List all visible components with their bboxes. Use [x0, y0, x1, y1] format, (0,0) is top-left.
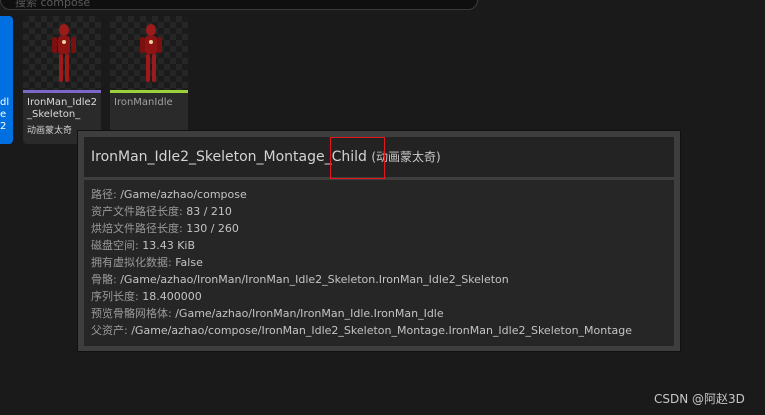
asset-tile-label: dle2	[0, 97, 10, 132]
ironman-figure-icon	[140, 24, 162, 82]
tooltip-row-asset-path-length: 资产文件路径长度: 83 / 210	[91, 205, 232, 218]
search-input[interactable]: 搜索 compose	[0, 0, 478, 10]
asset-tile-type: 动画蒙太奇	[27, 126, 73, 136]
asset-type-bar	[23, 90, 101, 93]
asset-tile-ironmanidle[interactable]: IronManIdle	[110, 16, 188, 144]
tooltip-row-parent-asset: 父资产: /Game/azhao/compose/IronMan_Idle2_S…	[91, 324, 633, 337]
tooltip-details: 路径: /Game/azhao/compose 资产文件路径长度: 83 / 2…	[84, 180, 674, 346]
watermark: CSDN @阿赵3D	[654, 392, 745, 406]
ironman-figure-icon	[52, 24, 76, 82]
tooltip-row-disk-size: 磁盘空间: 13.43 KiB	[91, 239, 196, 252]
asset-thumbnail	[110, 16, 188, 90]
asset-type-bar	[110, 90, 188, 93]
asset-thumbnail	[23, 16, 101, 90]
tooltip-asset-name: IronMan_Idle2_Skeleton_Montage_Child	[91, 149, 367, 165]
tooltip-row-preview-mesh: 预览骨骼网格体: /Game/azhao/IronMan/IronMan_Idl…	[91, 307, 444, 320]
tooltip-row-virtualized-data: 拥有虚拟化数据: False	[91, 256, 203, 269]
asset-tile-skeleton-montage[interactable]: IronMan_Idle2_Skeleton_ 动画蒙太奇	[23, 16, 101, 144]
asset-tile-label: IronManIdle	[114, 97, 173, 108]
annotation-highlight-box	[330, 137, 385, 179]
asset-tile-idle2[interactable]: dle2	[0, 16, 13, 144]
tooltip-row-cooked-path-length: 烘焙文件路径长度: 130 / 260	[91, 222, 239, 235]
tooltip-row-path: 路径: /Game/azhao/compose	[91, 188, 247, 201]
tooltip-row-sequence-length: 序列长度: 18.400000	[91, 290, 202, 303]
search-placeholder: 搜索 compose	[15, 0, 91, 9]
asset-tile-label: IronMan_Idle2_Skeleton_	[27, 97, 97, 120]
tooltip-title-line: IronMan_Idle2_Skeleton_Montage_Child (动画…	[91, 149, 441, 165]
tooltip-row-skeleton: 骨骼: /Game/azhao/IronMan/IronMan_Idle2_Sk…	[91, 273, 509, 286]
